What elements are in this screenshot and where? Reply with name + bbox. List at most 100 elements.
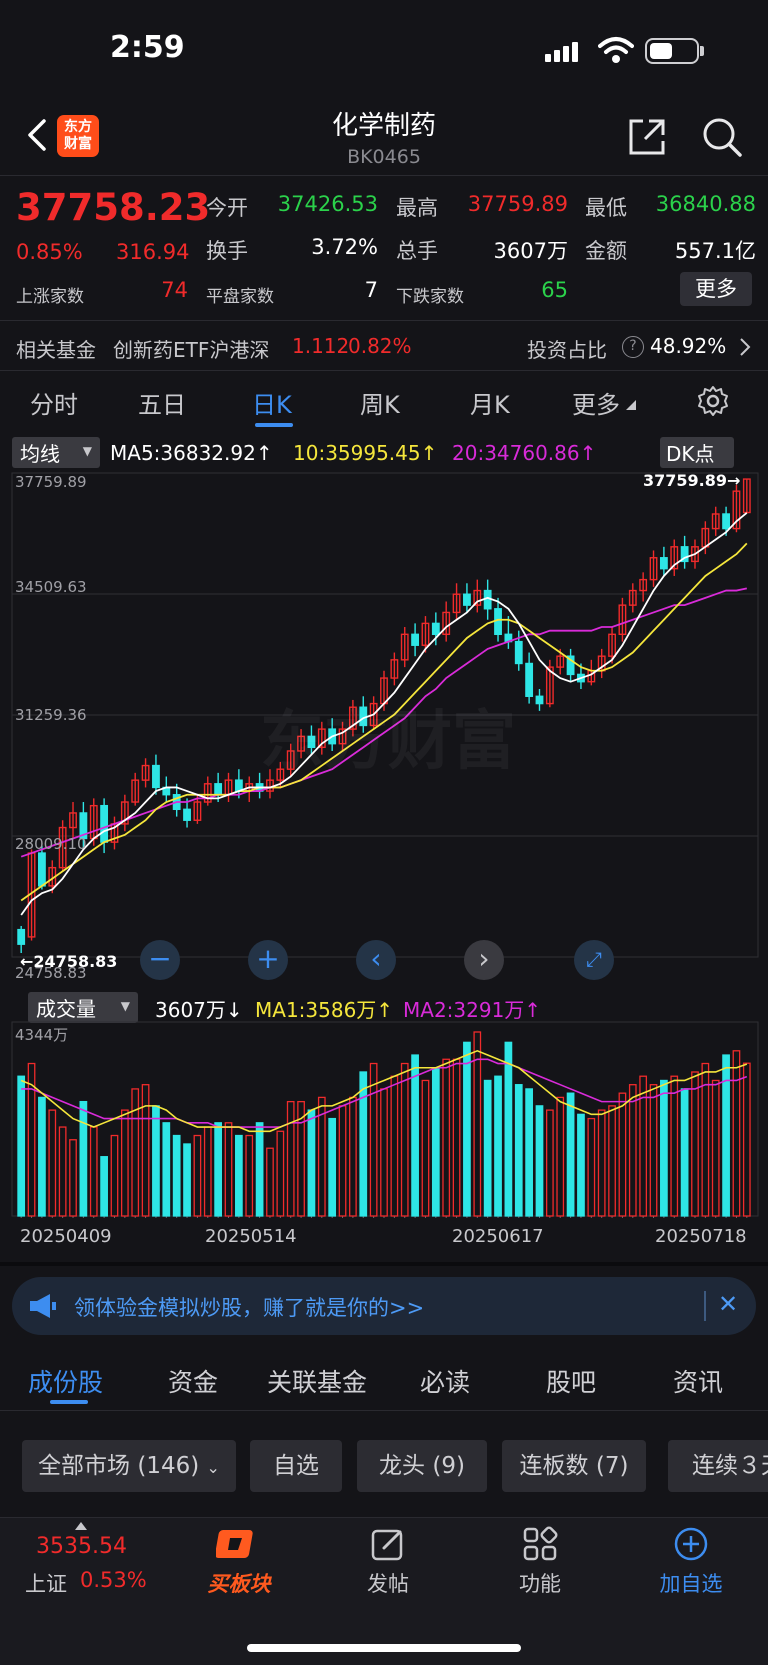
volume-bar — [266, 1147, 274, 1217]
filter-limit-up[interactable]: 连板数 (7) — [502, 1440, 646, 1492]
add-watchlist-icon[interactable] — [673, 1526, 709, 1562]
battery-nub — [700, 46, 704, 56]
post-edit-icon[interactable] — [370, 1526, 406, 1562]
volume-bar — [17, 1075, 26, 1217]
search-icon[interactable] — [700, 115, 744, 159]
tab-must-read[interactable]: 必读 — [420, 1363, 470, 1399]
help-icon[interactable]: ? — [622, 336, 644, 358]
volume-bar — [463, 1041, 471, 1217]
change-value: 316.94 — [116, 240, 190, 264]
volume-bar — [245, 1134, 254, 1217]
volume-bar — [286, 1100, 295, 1217]
megaphone-icon — [30, 1294, 56, 1318]
settings-gear-icon[interactable] — [697, 385, 729, 417]
volume-bar — [193, 1134, 202, 1217]
volume-bar — [411, 1054, 419, 1217]
volume-label: 总手 — [396, 239, 438, 263]
volume-bar — [649, 1084, 658, 1217]
candle-body — [483, 589, 492, 610]
tab-intraday[interactable]: 分时 — [30, 385, 78, 420]
date-label-3: 20250617 — [452, 1226, 544, 1247]
candle-body — [659, 557, 668, 570]
filter-leaders[interactable]: 龙头 (9) — [357, 1440, 487, 1492]
home-indicator — [247, 1644, 521, 1652]
index-name: 上证 — [25, 1572, 67, 1596]
filter-all-markets[interactable]: 全部市场 (146) ⌄ — [22, 1440, 236, 1492]
amount-label: 金额 — [585, 239, 627, 263]
chevron-right-icon[interactable] — [738, 336, 752, 358]
pan-left-button[interactable]: ‹ — [356, 940, 396, 980]
fullscreen-icon[interactable]: ⤢ — [574, 940, 614, 980]
more-quote-button[interactable]: 更多 — [680, 272, 752, 306]
candle-body — [411, 633, 420, 646]
pan-right-button[interactable]: › — [464, 940, 504, 980]
watermark: 东方财富 — [260, 705, 516, 779]
volume-chart[interactable] — [0, 1018, 768, 1218]
volume-bar — [349, 1096, 357, 1217]
zoom-out-button[interactable]: − — [140, 940, 180, 980]
volume-bar — [525, 1088, 533, 1217]
volume-bar — [162, 1122, 171, 1217]
tab-five-day[interactable]: 五日 — [138, 385, 186, 420]
volume-bar — [556, 1096, 565, 1217]
volume-bar — [79, 1100, 88, 1217]
volume-bar — [172, 1134, 181, 1217]
dk-point-button[interactable]: DK点 — [660, 437, 734, 468]
volume-bar — [58, 1126, 67, 1217]
nav-functions[interactable]: 功能 — [485, 1568, 595, 1598]
volume-bar — [597, 1109, 606, 1217]
y-axis-label-2: 34509.63 — [15, 578, 87, 596]
candle-body — [183, 808, 191, 821]
buy-sector-icon[interactable] — [216, 1526, 260, 1566]
zoom-in-button[interactable]: + — [248, 940, 288, 980]
y-axis-label-3: 31259.36 — [15, 706, 87, 724]
filter-watchlist[interactable]: 自选 — [250, 1440, 342, 1492]
close-icon[interactable]: ✕ — [718, 1290, 738, 1318]
candle-body — [463, 593, 471, 606]
status-time: 2:59 — [110, 30, 185, 65]
constituents-underline — [50, 1400, 88, 1404]
share-icon[interactable] — [625, 115, 669, 159]
nav-post[interactable]: 发帖 — [333, 1568, 443, 1598]
tab-daily-k[interactable]: 日K — [252, 385, 292, 420]
filter-consecutive[interactable]: 连续３天 — [668, 1440, 768, 1492]
volume-bar — [224, 1122, 233, 1217]
volume-bar — [483, 1079, 492, 1217]
candle-body — [525, 662, 534, 697]
tab-more[interactable]: 更多 — [572, 385, 620, 420]
tabs-divider — [0, 1410, 768, 1411]
amount-value: 557.1亿 — [674, 239, 756, 263]
candle-body — [17, 928, 26, 945]
fund-divider-top — [0, 320, 768, 321]
volume-bar — [359, 1071, 368, 1217]
tab-forum[interactable]: 股吧 — [546, 1363, 596, 1399]
nav-add-watchlist[interactable]: 加自选 — [636, 1568, 746, 1598]
volume-bar — [48, 1109, 57, 1217]
date-label-4: 20250718 — [655, 1226, 747, 1247]
candle-body — [722, 513, 730, 530]
tab-constituents[interactable]: 成份股 — [28, 1363, 103, 1399]
volume-bar — [514, 1084, 523, 1217]
volume-bar — [110, 1134, 119, 1217]
candle-body — [214, 783, 223, 796]
tab-news[interactable]: 资讯 — [673, 1363, 723, 1399]
expand-up-icon[interactable] — [75, 1522, 87, 1530]
high-label: 最高 — [396, 196, 438, 220]
dk-point-label: DK点 — [666, 442, 715, 466]
tab-funds[interactable]: 资金 — [168, 1363, 218, 1399]
volume-bar — [276, 1130, 285, 1217]
related-fund-name[interactable]: 创新药ETF沪港深 — [113, 334, 269, 363]
tab-related-funds[interactable]: 关联基金 — [267, 1363, 367, 1399]
volume-bar — [131, 1088, 140, 1217]
wifi-icon — [598, 37, 634, 63]
promo-text[interactable]: 领体验金模拟炒股，赚了就是你的>> — [74, 1292, 424, 1322]
open-value: 37426.53 — [277, 192, 378, 216]
tab-monthly-k[interactable]: 月K — [470, 385, 510, 420]
nav-buy-sector[interactable]: 买板块 — [184, 1568, 294, 1598]
y-axis-label-4: 28009.10 — [15, 835, 87, 853]
down-count-label: 下跌家数 — [396, 287, 464, 307]
functions-grid-icon[interactable] — [522, 1526, 558, 1562]
tab-weekly-k[interactable]: 周K — [360, 385, 400, 420]
volume-bar — [587, 1117, 596, 1217]
ma-dropdown[interactable]: 均线 ▼ — [12, 437, 100, 468]
